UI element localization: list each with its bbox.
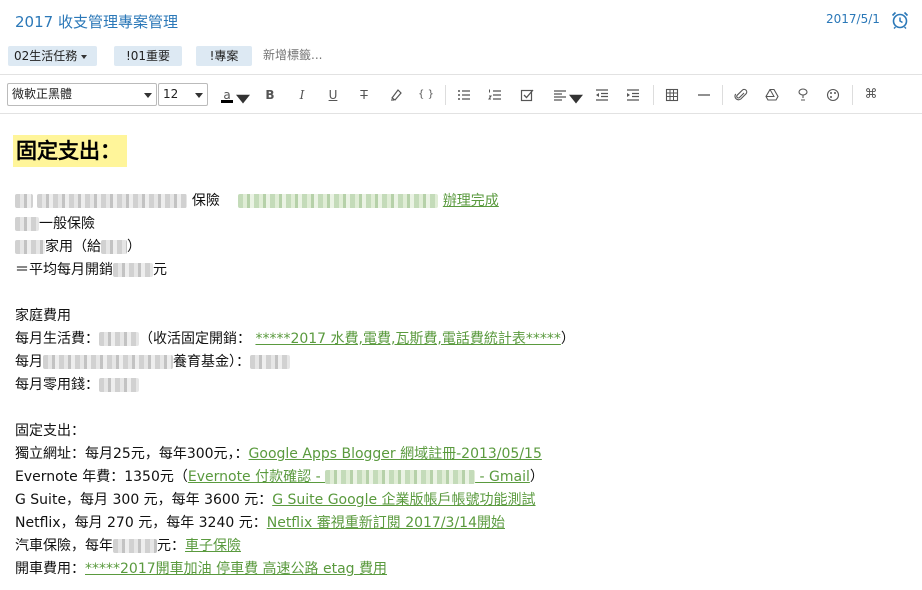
tag-project[interactable]: !專案	[196, 46, 252, 66]
redacted-text	[101, 240, 127, 254]
insurance-link[interactable]: 辦理完成	[443, 193, 499, 209]
tag-bar: 02生活任務 !01重要 !專案	[0, 44, 922, 68]
redacted-text	[113, 263, 153, 277]
note-editor[interactable]: 固定支出： 保險 辦理完成 一般保險 家用（給） ＝平均每月開銷元 家庭費用 每…	[0, 115, 922, 590]
section-heading: 固定支出：	[13, 135, 127, 167]
netflix-link[interactable]: Netflix 審視重新訂閱 2017/3/14開始	[267, 515, 505, 531]
strikethrough-button[interactable]: T	[354, 85, 374, 105]
code-block-button[interactable]: { }	[416, 85, 436, 105]
chevron-down-icon	[81, 54, 88, 59]
note-title[interactable]: 2017 收支管理專案管理	[15, 11, 178, 32]
text-line: Netflix，每月 270 元，每年 3240 元：Netflix 審視重新訂…	[15, 515, 505, 531]
note-header: 2017 收支管理專案管理 2017/5/1	[0, 0, 922, 42]
toolbar-divider	[722, 85, 723, 105]
align-left-icon[interactable]	[550, 85, 570, 105]
google-drive-icon[interactable]	[762, 85, 782, 105]
driving-expense-link[interactable]: *****2017開車加油 停車費 高速公路 etag 費用	[85, 561, 387, 577]
redacted-text	[15, 194, 33, 208]
redacted-text	[37, 194, 188, 208]
underline-button[interactable]: U	[323, 85, 343, 105]
chevron-down-icon[interactable]	[236, 90, 250, 104]
blogger-domain-link[interactable]: Google Apps Blogger 網域註冊-2013/05/15	[249, 446, 542, 462]
shortcut-button[interactable]: ⌘	[861, 85, 881, 105]
toolbar-divider	[852, 85, 853, 105]
bullet-list-icon[interactable]	[454, 85, 474, 105]
redacted-text	[15, 240, 45, 254]
format-toolbar: 微軟正黑體 12 a B I U T { } ⌘	[0, 74, 922, 114]
chevron-down-icon	[144, 93, 152, 98]
toolbar-divider	[445, 85, 446, 105]
text-line: 保險 辦理完成	[15, 191, 499, 211]
reminder-date[interactable]: 2017/5/1	[826, 12, 880, 26]
numbered-list-icon[interactable]	[485, 85, 505, 105]
text-line: 一般保險	[15, 214, 95, 234]
tag-life-task[interactable]: 02生活任務	[8, 46, 97, 66]
font-size-select[interactable]: 12	[158, 83, 208, 106]
text-line: 開車費用：*****2017開車加油 停車費 高速公路 etag 費用	[15, 561, 387, 577]
redacted-link	[325, 470, 476, 484]
new-tag-input[interactable]	[263, 48, 383, 62]
attachment-icon[interactable]	[731, 85, 751, 105]
bold-button[interactable]: B	[260, 85, 280, 105]
drawing-icon[interactable]	[823, 85, 843, 105]
text-line: 汽車保險，每年 元：車子保險	[15, 538, 241, 554]
chevron-down-icon[interactable]	[569, 90, 583, 104]
redacted-text	[250, 355, 290, 369]
gsuite-link[interactable]: G Suite Google 企業版帳戶帳號功能測試	[272, 492, 535, 508]
redacted-text	[99, 332, 139, 346]
toolbar-divider	[653, 85, 654, 105]
chevron-down-icon	[195, 93, 203, 98]
horizontal-rule-icon[interactable]	[694, 85, 714, 105]
text-color-button[interactable]: a	[217, 85, 237, 105]
voice-memo-icon[interactable]	[793, 85, 813, 105]
text-line: 固定支出：	[15, 423, 85, 439]
redacted-text	[43, 355, 173, 369]
text-line: G Suite，每月 300 元，每年 3600 元：G Suite Googl…	[15, 492, 536, 508]
italic-button[interactable]: I	[292, 85, 312, 105]
living-expense-link[interactable]: *****2017 水費,電費,瓦斯費,電話費統計表*****	[255, 331, 560, 347]
font-family-select[interactable]: 微軟正黑體	[7, 83, 157, 106]
checkbox-icon[interactable]	[517, 85, 537, 105]
alarm-clock-icon[interactable]	[890, 10, 910, 30]
tag-important[interactable]: !01重要	[114, 46, 182, 66]
redacted-link	[238, 194, 439, 208]
indent-icon[interactable]	[623, 85, 643, 105]
text-line: 每月 養育基金）：	[15, 352, 290, 372]
outdent-icon[interactable]	[592, 85, 612, 105]
text-line: 家庭費用	[15, 308, 71, 324]
highlighter-icon[interactable]	[386, 85, 406, 105]
redacted-text	[99, 378, 139, 392]
text-line: ＝平均每月開銷元	[15, 262, 167, 278]
text-line: 獨立網址：每月25元，每年300元，：Google Apps Blogger 網…	[15, 446, 542, 462]
text-line: 每月零用錢：	[15, 375, 139, 395]
redacted-text	[15, 217, 39, 231]
evernote-payment-link[interactable]: Evernote 付款確認 - - Gmail	[188, 469, 530, 485]
table-icon[interactable]	[662, 85, 682, 105]
text-line: Evernote 年費：1350元（Evernote 付款確認 - - Gmai…	[15, 469, 544, 485]
redacted-text	[113, 539, 157, 553]
car-insurance-link[interactable]: 車子保險	[185, 538, 241, 554]
text-color-swatch	[221, 100, 233, 103]
text-line: 家用（給）	[15, 237, 141, 257]
text-line: 每月生活費： （收活固定開銷： *****2017 水費,電費,瓦斯費,電話費統計…	[15, 331, 575, 347]
